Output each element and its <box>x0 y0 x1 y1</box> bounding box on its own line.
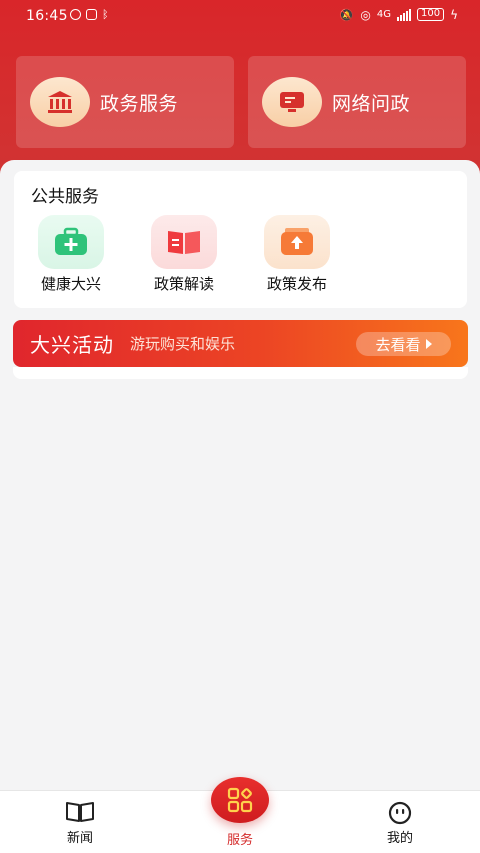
signal-icon <box>396 8 411 21</box>
status-notification-icons: ᛒ <box>70 9 109 20</box>
banner-subtitle: 游玩购买和娱乐 <box>130 335 236 353</box>
public-services-card: 公共服务 健康大兴 政策解读 政策发布 <box>14 171 467 308</box>
mute-icon: 🔕 <box>339 7 355 22</box>
tab-services-label: 服务 <box>226 833 253 848</box>
alarm-icon <box>86 9 97 20</box>
open-book-outline-icon <box>40 801 120 825</box>
tab-news-label: 新闻 <box>66 831 93 846</box>
tab-services[interactable]: 服务 <box>210 777 270 848</box>
charging-icon: ϟ <box>450 7 458 22</box>
smiley-face-icon <box>360 801 440 825</box>
service-label: 政策发布 <box>266 275 327 293</box>
tab-news[interactable]: 新闻 <box>40 801 120 846</box>
online-inquiry-card[interactable]: 网络问政 <box>248 56 466 148</box>
go-see-button[interactable]: 去看看 <box>356 332 451 356</box>
hotspot-icon: ◎ <box>360 7 371 22</box>
go-see-label: 去看看 <box>375 335 421 354</box>
service-health-daxing[interactable]: 健康大兴 <box>26 215 116 294</box>
notification-icon <box>70 9 81 20</box>
service-label: 健康大兴 <box>40 275 101 293</box>
grid-diamond-icon <box>211 777 269 823</box>
status-time: 16:45 <box>26 8 68 24</box>
banner-bottom-strip <box>13 367 468 379</box>
service-policy-release[interactable]: 政策发布 <box>252 215 342 294</box>
battery-level: 100 <box>416 8 445 21</box>
daxing-activity-banner[interactable]: 大兴活动 游玩购买和娱乐 去看看 <box>13 320 468 367</box>
gov-service-card[interactable]: 政务服务 <box>16 56 234 148</box>
gov-service-label: 政务服务 <box>100 92 179 115</box>
status-bar: 16:45 ᛒ 🔕 ◎ 4G 100 ϟ <box>0 0 480 34</box>
open-book-icon <box>151 215 217 269</box>
public-services-title: 公共服务 <box>31 187 99 207</box>
service-label: 政策解读 <box>153 275 214 293</box>
monitor-message-icon <box>262 77 322 127</box>
medical-kit-icon <box>38 215 104 269</box>
banner-title: 大兴活动 <box>30 333 114 357</box>
service-policy-interpretation[interactable]: 政策解读 <box>139 215 229 294</box>
upload-box-icon <box>264 215 330 269</box>
play-arrow-icon <box>425 339 432 349</box>
status-system-icons: 🔕 ◎ 4G 100 ϟ <box>339 8 458 21</box>
tab-mine-label: 我的 <box>386 831 413 846</box>
bluetooth-icon: ᛒ <box>102 8 109 21</box>
network-type: 4G <box>376 9 391 20</box>
tab-mine[interactable]: 我的 <box>360 801 440 846</box>
government-building-icon <box>30 77 90 127</box>
online-inquiry-label: 网络问政 <box>332 92 411 115</box>
